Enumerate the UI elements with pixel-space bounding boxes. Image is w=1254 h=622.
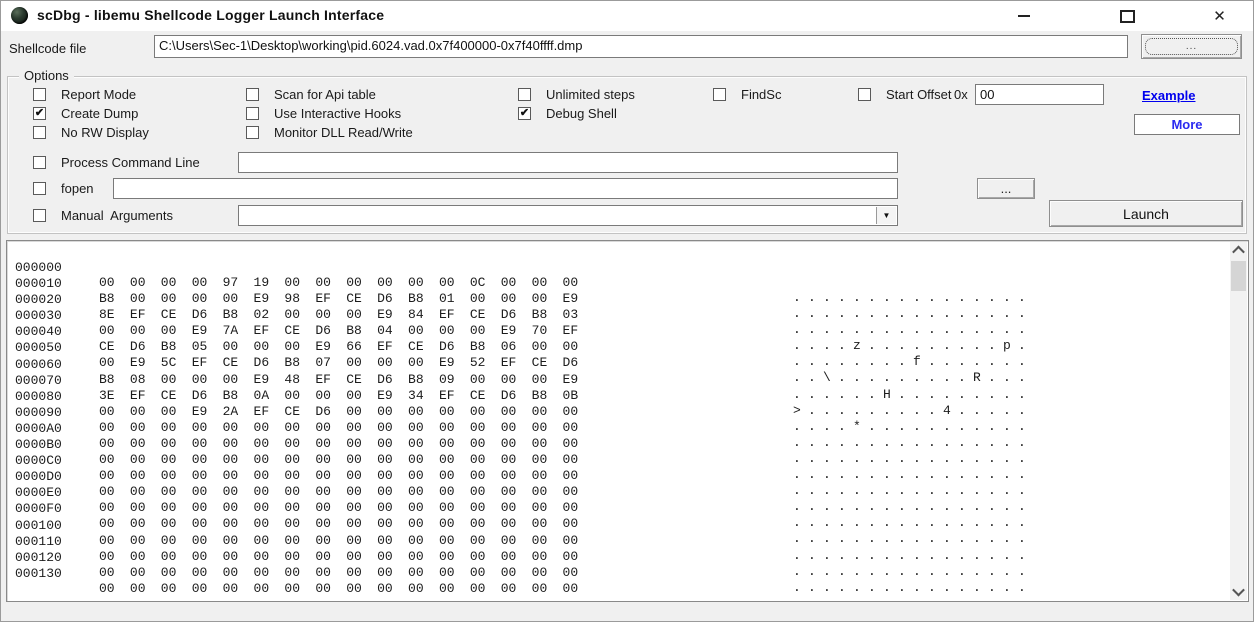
hexdump-row: 000130 00 00 00 00 00 00 00 00 00 00 00 … [7,551,1230,567]
manual-arguments-combobox[interactable]: ▼ [238,205,898,226]
checkbox-process-command-line[interactable]: ✔ [33,156,46,169]
combo-dropdown-button[interactable]: ▼ [876,207,896,224]
hex-ascii: ................ [793,580,1033,595]
vertical-scrollbar[interactable] [1230,242,1247,600]
hex-bytes: 00 00 00 00 00 00 00 00 00 00 00 00 00 0… [99,581,578,596]
fopen-input[interactable] [113,178,898,199]
checkbox-monitor-dll[interactable]: ✔ [246,126,259,139]
hexdump-row: 000040 CE D6 B8 05 00 00 00 E9 66 EF CE … [7,309,1230,325]
hexdump-row: 000110 00 00 00 00 00 00 00 00 00 00 00 … [7,519,1230,535]
checkbox-fopen[interactable]: ✔ [33,182,46,195]
hexdump-row: 0000C0 00 00 00 00 00 00 00 00 00 00 00 … [7,438,1230,454]
close-button[interactable]: ✕ [1197,1,1242,31]
unlimited-steps-label: Unlimited steps [546,87,635,102]
maximize-button[interactable] [1105,1,1150,31]
hexdump-row: 000050 00 E9 5C EF CE D6 B8 07 00 00 00 … [7,325,1230,341]
minimize-button[interactable] [1001,1,1046,31]
shellcode-file-label: Shellcode file [9,41,86,56]
chevron-down-icon: ▼ [883,211,891,220]
hexdump-row: 000100 00 00 00 00 00 00 00 00 00 00 00 … [7,503,1230,519]
hex-ascii: ................ [793,596,1033,602]
process-command-line-input[interactable] [238,152,898,173]
hexdump-row: 000120 00 00 00 00 00 00 00 00 00 00 00 … [7,535,1230,551]
app-icon [11,7,28,24]
more-button[interactable]: More [1134,114,1240,135]
hexdump-row: 0000E0 00 00 00 00 00 00 00 00 00 00 00 … [7,470,1230,486]
browse-file-focus-ring: ... [1145,38,1238,55]
hexdump-row: 0000B0 00 00 00 00 00 00 00 00 00 00 00 … [7,422,1230,438]
hexdump-row: 0000D0 00 00 00 00 00 00 00 00 00 00 00 … [7,454,1230,470]
hex-offset: 000130 [15,566,62,581]
close-icon: ✕ [1213,9,1226,24]
hexdump-rows: 000000 00 00 00 00 97 19 00 00 00 00 00 … [7,245,1230,567]
checkbox-start-offset[interactable] [858,88,871,101]
checkbox-scan-api-table[interactable]: ✔ [246,88,259,101]
chevron-up-icon [1232,246,1245,259]
fopen-label: fopen [61,181,94,196]
browse-file-button[interactable]: ... [1141,34,1242,59]
hexdump-row: 000000 00 00 00 00 97 19 00 00 00 00 00 … [7,245,1230,261]
interactive-hooks-label: Use Interactive Hooks [274,106,401,121]
hexdump-row: 0000F0 00 00 00 00 00 00 00 00 00 00 00 … [7,486,1230,502]
no-rw-display-label: No RW Display [61,125,149,140]
hexdump-row: 0000A0 00 00 00 00 00 00 00 00 00 00 00 … [7,406,1230,422]
checkbox-interactive-hooks[interactable]: ✔ [246,107,259,120]
hexdump-row: 000020 8E EF CE D6 B8 02 00 00 00 E9 84 … [7,277,1230,293]
chevron-down-icon [1232,584,1245,597]
fopen-browse-button[interactable]: ... [977,178,1035,199]
titlebar: scDbg - libemu Shellcode Logger Launch I… [1,1,1253,31]
start-offset-label: Start Offset [886,87,952,102]
minimize-icon [1018,15,1030,17]
window-title: scDbg - libemu Shellcode Logger Launch I… [37,7,384,23]
report-mode-label: Report Mode [61,87,136,102]
check-icon: ✔ [520,108,529,119]
checkbox-create-dump[interactable]: ✔ [33,107,46,120]
launch-button[interactable]: Launch [1049,200,1243,227]
scrollbar-thumb[interactable] [1231,261,1246,291]
checkbox-report-mode[interactable]: ✔ [33,88,46,101]
hexdump-panel[interactable]: 000000 00 00 00 00 97 19 00 00 00 00 00 … [6,240,1249,602]
scroll-up-button[interactable] [1230,242,1247,259]
checkbox-manual-arguments[interactable]: ✔ [33,209,46,222]
hexdump-row: 000030 00 00 00 E9 7A EF CE D6 B8 04 00 … [7,293,1230,309]
checkbox-no-rw-display[interactable]: ✔ [33,126,46,139]
shellcode-file-input[interactable]: C:\Users\Sec-1\Desktop\working\pid.6024.… [154,35,1128,58]
start-offset-prefix: 0x [954,87,968,102]
process-command-line-label: Process Command Line [61,155,200,170]
debug-shell-label: Debug Shell [546,106,617,121]
scan-api-table-label: Scan for Api table [274,87,376,102]
hexdump-row: 000060 B8 08 00 00 00 E9 48 EF CE D6 B8 … [7,342,1230,358]
checkbox-debug-shell[interactable]: ✔ [518,107,531,120]
hexdump-row: 000070 3E EF CE D6 B8 0A 00 00 00 E9 34 … [7,358,1230,374]
hexdump-row: 000010 B8 00 00 00 00 E9 98 EF CE D6 B8 … [7,261,1230,277]
maximize-icon [1120,10,1135,23]
findsc-label: FindSc [741,87,781,102]
start-offset-input[interactable]: 00 [975,84,1104,105]
app-window: scDbg - libemu Shellcode Logger Launch I… [0,0,1254,622]
checkbox-findsc[interactable]: ✔ [713,88,726,101]
manual-arguments-label: Manual Arguments [61,208,173,223]
options-legend: Options [19,68,74,83]
checkbox-unlimited-steps[interactable]: ✔ [518,88,531,101]
monitor-dll-label: Monitor DLL Read/Write [274,125,413,140]
create-dump-label: Create Dump [61,106,138,121]
hexdump-row: 000080 00 00 00 E9 2A EF CE D6 00 00 00 … [7,374,1230,390]
hex-bytes: 00 00 00 00 00 00 00 00 00 00 00 00 00 0… [99,565,578,580]
check-icon: ✔ [35,108,44,119]
hexdump-row: 000090 00 00 00 00 00 00 00 00 00 00 00 … [7,390,1230,406]
example-link[interactable]: Example [1142,88,1195,103]
scroll-down-button[interactable] [1230,583,1247,600]
